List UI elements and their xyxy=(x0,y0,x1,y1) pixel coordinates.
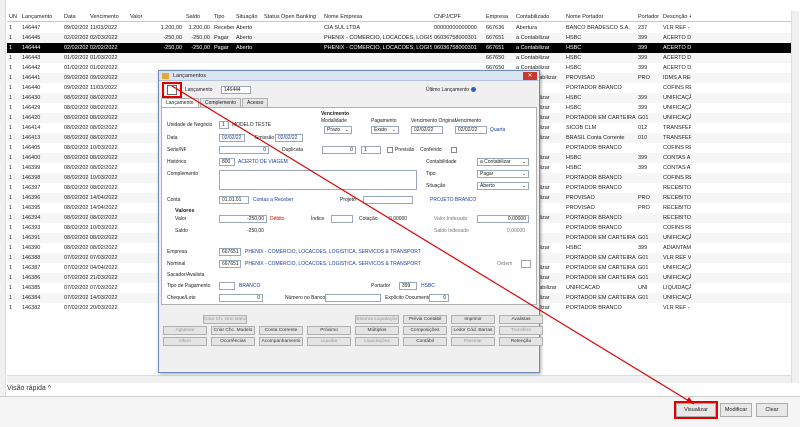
annotation-arrow xyxy=(171,85,695,405)
app-window: UN Lançamento Data Vencimento Valor Saldo Tipo… xyxy=(0,0,800,427)
